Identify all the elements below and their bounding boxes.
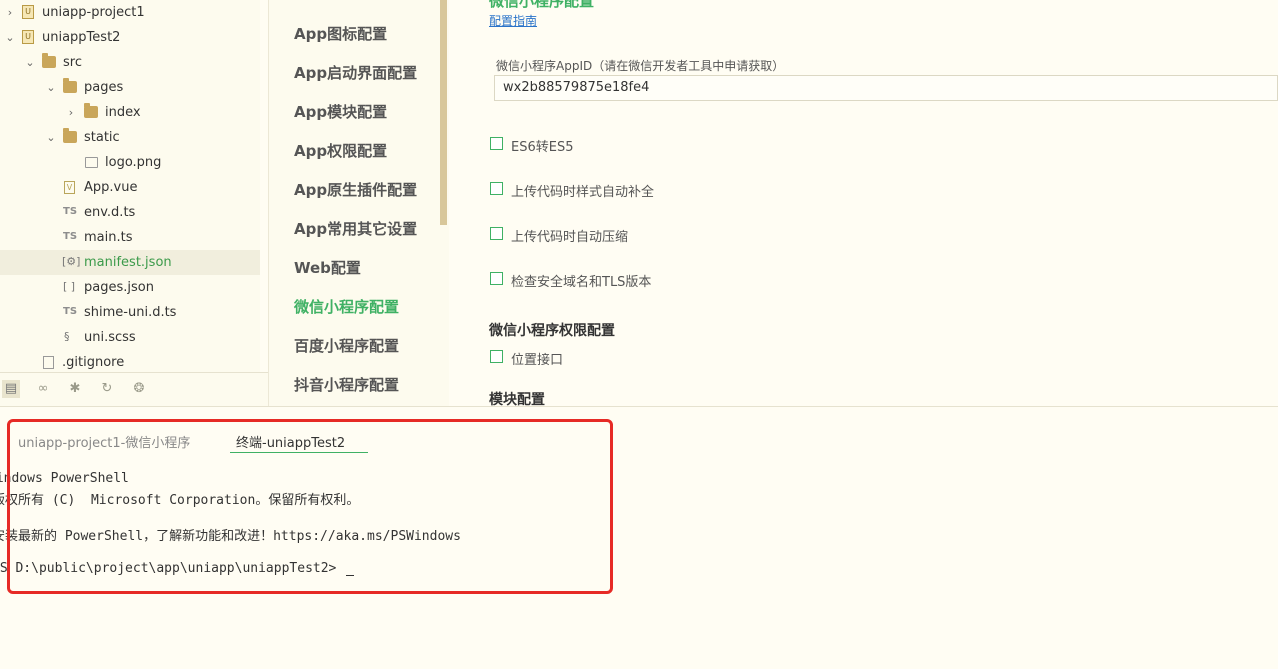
tree-item-static[interactable]: ⌄ static [0,125,260,150]
project-icon: U [22,30,34,44]
chevron-down-icon[interactable]: ⌄ [45,125,57,150]
tree-item-label: logo.png [105,155,162,170]
appid-label: 微信小程序AppID（请在微信开发者工具中申请获取） [496,59,785,73]
folder-icon [63,78,77,93]
checkbox-label: 上传代码时自动压缩 [511,230,629,245]
section-title: 微信小程序配置 [489,0,595,10]
tree-item-label: uniapp-project1 [42,5,145,20]
plugin-icon[interactable]: ❂ [130,380,148,398]
ts-file-icon: TS [63,206,78,217]
refresh-icon[interactable]: ↻ [98,380,116,398]
tree-item-label: App.vue [84,180,138,195]
checkbox-label: 上传代码时样式自动补全 [511,185,655,200]
nav-item-app-permissions[interactable]: App权限配置 [294,140,387,161]
chevron-down-icon[interactable]: ⌄ [4,25,16,50]
nav-item-web[interactable]: Web配置 [294,257,361,278]
ts-file-icon: TS [63,231,78,242]
project-manager-icon[interactable]: ▤ [2,380,20,398]
tree-item-label: static [84,130,120,145]
tab-terminal[interactable]: 终端-uniappTest2 [236,432,345,451]
terminal-line: Windows PowerShell [0,471,129,486]
checkbox-postcss[interactable] [490,182,503,195]
tree-item-pages[interactable]: ⌄ pages [0,75,260,100]
chevron-down-icon[interactable]: ⌄ [45,75,57,100]
nav-item-baidu-miniprogram[interactable]: 百度小程序配置 [294,335,399,356]
permission-section-title: 微信小程序权限配置 [489,323,615,339]
tab-miniprogram-console[interactable]: uniapp-project1-微信小程序 [18,432,190,451]
project-icon: U [22,5,34,19]
nav-item-app-modules[interactable]: App模块配置 [294,101,387,122]
nav-item-app-other-settings[interactable]: App常用其它设置 [294,218,417,239]
tree-item-label: manifest.json [84,255,172,270]
tree-item-shime-uni-d-ts[interactable]: TS shime-uni.d.ts [0,300,260,325]
active-tab-indicator [230,452,368,453]
folder-icon [63,128,77,143]
json-file-icon: [ ] [63,280,76,293]
file-icon [43,356,54,369]
tree-item-env-d-ts[interactable]: TS env.d.ts [0,200,260,225]
tree-item-pages-json[interactable]: [ ] pages.json [0,275,260,300]
tree-item-logo-png[interactable]: logo.png [0,150,260,175]
checkbox-label: 检查安全域名和TLS版本 [511,275,652,290]
checkbox-label: 位置接口 [511,353,564,368]
tree-item-app-vue[interactable]: V App.vue [0,175,260,200]
tree-item-label: src [63,55,82,70]
binoculars-icon[interactable]: ∞ [34,380,52,398]
tree-item-label: index [105,105,141,120]
image-file-icon [85,157,98,168]
tree-item-label: env.d.ts [84,205,136,220]
nav-item-app-icon[interactable]: App图标配置 [294,23,387,44]
tree-item-label: .gitignore [62,355,125,370]
text-cursor [346,575,355,576]
tree-item-label: uni.scss [84,330,136,345]
checkbox-location[interactable] [490,350,503,363]
terminal-line: 版权所有 (C) Microsoft Corporation。保留所有权利。 [0,493,360,508]
tree-item-manifest-json[interactable]: [⚙] manifest.json [0,250,260,275]
checkbox-label: ES6转ES5 [511,140,574,155]
json-settings-icon: [⚙] [62,255,81,268]
tree-item-label: main.ts [84,230,133,245]
tree-item-uni-scss[interactable]: § uni.scss [0,325,260,350]
appid-input[interactable]: wx2b88579875e18fe4 [494,75,1278,101]
nav-item-douyin-miniprogram[interactable]: 抖音小程序配置 [294,374,399,395]
tree-item-main-ts[interactable]: TS main.ts [0,225,260,250]
tree-item-gitignore[interactable]: .gitignore [0,350,260,372]
nav-scrollbar[interactable] [440,0,447,225]
checkbox-minify[interactable] [490,227,503,240]
chevron-down-icon[interactable]: ⌄ [24,50,36,75]
nav-item-app-splash[interactable]: App启动界面配置 [294,62,417,83]
bug-icon[interactable]: ✱ [66,380,84,398]
terminal-prompt[interactable]: PS D:\public\project\app\uniapp\uniappTe… [0,561,355,576]
tree-item-label: uniappTest2 [42,30,121,45]
chevron-right-icon[interactable]: › [65,100,77,125]
sidebar-toolbar: ▤ ∞ ✱ ↻ ❂ [0,372,268,407]
ts-file-icon: TS [63,306,78,317]
file-tree: › U uniapp-project1 ⌄ U uniappTest2 ⌄ sr… [0,0,260,372]
tree-item-label: pages [84,80,124,95]
chevron-right-icon[interactable]: › [4,0,16,25]
terminal-line: 安装最新的 PowerShell，了解新功能和改进！https://aka.ms… [0,529,461,544]
tree-item-src[interactable]: ⌄ src [0,50,260,75]
nav-item-app-native-plugins[interactable]: App原生插件配置 [294,179,417,200]
prompt-text: PS D:\public\project\app\uniapp\uniappTe… [0,561,345,576]
tree-item-label: shime-uni.d.ts [84,305,177,320]
tree-item-label: pages.json [84,280,154,295]
config-guide-link[interactable]: 配置指南 [489,12,537,29]
tree-item-index[interactable]: › index [0,100,260,125]
tree-item-uniapp-project1[interactable]: › U uniapp-project1 [0,0,260,25]
vue-file-icon: V [64,181,75,194]
folder-icon [42,53,56,68]
scss-file-icon: § [64,330,70,343]
folder-icon [84,103,98,118]
nav-item-weixin-miniprogram[interactable]: 微信小程序配置 [294,296,399,317]
tree-item-uniapptest2[interactable]: ⌄ U uniappTest2 [0,25,260,50]
checkbox-es6-to-es5[interactable] [490,137,503,150]
checkbox-url-check[interactable] [490,272,503,285]
